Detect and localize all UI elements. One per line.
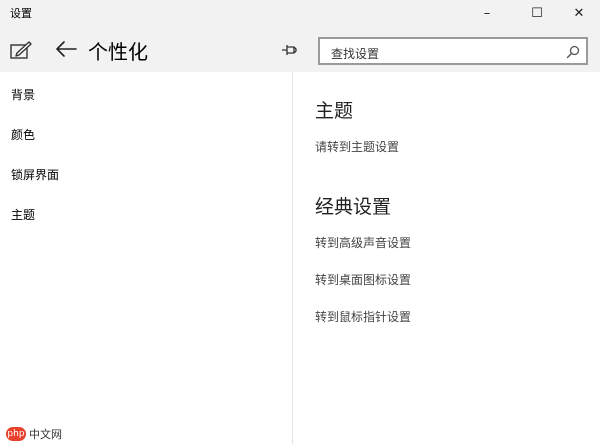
sidebar-item-background[interactable]: 背景 bbox=[11, 86, 35, 103]
theme-settings-link[interactable]: 请转到主题设置 bbox=[315, 138, 399, 155]
header: 个性化 查找设置 bbox=[0, 26, 600, 72]
window-title: 设置 bbox=[10, 7, 32, 20]
desktop-icon-settings-link[interactable]: 转到桌面图标设置 bbox=[315, 271, 411, 288]
watermark-logo: php bbox=[6, 427, 26, 441]
maximize-icon: ☐ bbox=[531, 5, 543, 21]
close-button[interactable]: ✕ bbox=[556, 0, 600, 26]
close-icon: ✕ bbox=[573, 5, 585, 21]
watermark-text: 中文网 bbox=[29, 428, 62, 441]
watermark: php 中文网 bbox=[6, 426, 62, 442]
theme-section-title: 主题 bbox=[315, 100, 354, 122]
maximize-button[interactable]: ☐ bbox=[514, 0, 560, 26]
search-input[interactable]: 查找设置 bbox=[318, 37, 588, 65]
title-bar: 设置 – ☐ ✕ bbox=[0, 0, 600, 26]
minimize-icon: – bbox=[483, 5, 491, 21]
sidebar: 背景 颜色 锁屏界面 主题 bbox=[0, 72, 292, 444]
back-arrow-icon[interactable] bbox=[54, 39, 78, 59]
sidebar-item-themes[interactable]: 主题 bbox=[11, 206, 35, 223]
search-icon[interactable] bbox=[566, 45, 580, 59]
mouse-pointer-settings-link[interactable]: 转到鼠标指针设置 bbox=[315, 308, 411, 325]
page-title: 个性化 bbox=[88, 40, 148, 64]
sound-settings-link[interactable]: 转到高级声音设置 bbox=[315, 234, 411, 251]
sidebar-item-lock-screen[interactable]: 锁屏界面 bbox=[11, 166, 59, 183]
edit-settings-icon[interactable] bbox=[10, 40, 32, 60]
minimize-button[interactable]: – bbox=[464, 0, 510, 26]
classic-settings-title: 经典设置 bbox=[315, 196, 392, 218]
sidebar-item-colors[interactable]: 颜色 bbox=[11, 126, 35, 143]
search-placeholder: 查找设置 bbox=[331, 47, 380, 61]
pin-icon[interactable] bbox=[281, 43, 299, 57]
main-content: 主题 请转到主题设置 经典设置 转到高级声音设置 转到桌面图标设置 转到鼠标指针… bbox=[293, 72, 600, 444]
